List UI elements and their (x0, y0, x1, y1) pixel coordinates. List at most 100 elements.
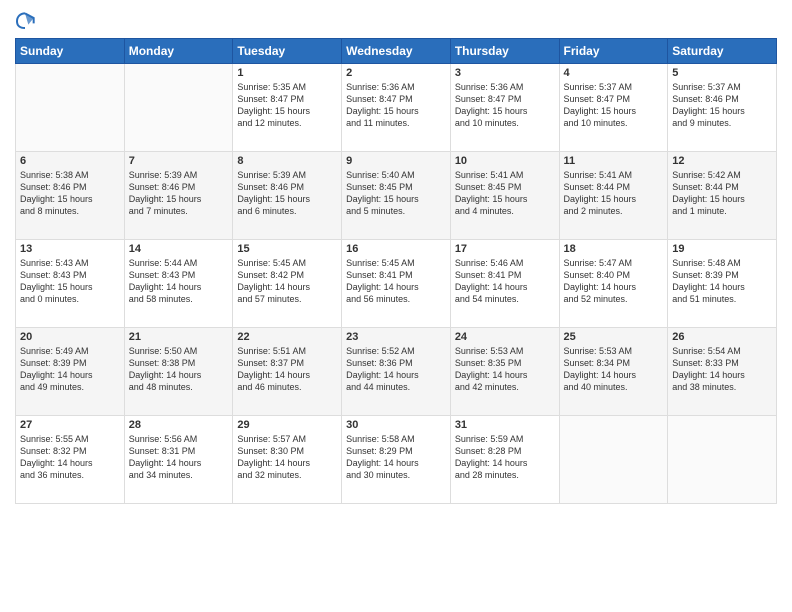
cell-info: Sunrise: 5:49 AM Sunset: 8:39 PM Dayligh… (20, 345, 120, 394)
day-number: 30 (346, 419, 446, 431)
cell-info: Sunrise: 5:36 AM Sunset: 8:47 PM Dayligh… (346, 81, 446, 130)
cell-info: Sunrise: 5:54 AM Sunset: 8:33 PM Dayligh… (672, 345, 772, 394)
day-number: 9 (346, 155, 446, 167)
cell-info: Sunrise: 5:45 AM Sunset: 8:42 PM Dayligh… (237, 257, 337, 306)
day-number: 23 (346, 331, 446, 343)
cell-info: Sunrise: 5:45 AM Sunset: 8:41 PM Dayligh… (346, 257, 446, 306)
weekday-header-friday: Friday (559, 39, 668, 64)
weekday-header-sunday: Sunday (16, 39, 125, 64)
day-number: 21 (129, 331, 229, 343)
cell-info: Sunrise: 5:56 AM Sunset: 8:31 PM Dayligh… (129, 433, 229, 482)
day-number: 13 (20, 243, 120, 255)
cell-info: Sunrise: 5:37 AM Sunset: 8:46 PM Dayligh… (672, 81, 772, 130)
day-number: 20 (20, 331, 120, 343)
calendar-cell: 14 Sunrise: 5:44 AM Sunset: 8:43 PM Dayli… (124, 240, 233, 328)
calendar-row-4: 20 Sunrise: 5:49 AM Sunset: 8:39 PM Dayli… (16, 328, 777, 416)
day-number: 7 (129, 155, 229, 167)
calendar-cell: 24 Sunrise: 5:53 AM Sunset: 8:35 PM Dayli… (450, 328, 559, 416)
day-number: 15 (237, 243, 337, 255)
logo-icon (15, 10, 35, 30)
page: SundayMondayTuesdayWednesdayThursdayFrid… (0, 0, 792, 612)
day-number: 3 (455, 67, 555, 79)
day-number: 28 (129, 419, 229, 431)
cell-info: Sunrise: 5:57 AM Sunset: 8:30 PM Dayligh… (237, 433, 337, 482)
day-number: 12 (672, 155, 772, 167)
day-number: 16 (346, 243, 446, 255)
calendar-cell: 7 Sunrise: 5:39 AM Sunset: 8:46 PM Daylig… (124, 152, 233, 240)
day-number: 11 (564, 155, 664, 167)
cell-info: Sunrise: 5:53 AM Sunset: 8:35 PM Dayligh… (455, 345, 555, 394)
calendar-cell: 23 Sunrise: 5:52 AM Sunset: 8:36 PM Dayli… (342, 328, 451, 416)
day-number: 4 (564, 67, 664, 79)
cell-info: Sunrise: 5:55 AM Sunset: 8:32 PM Dayligh… (20, 433, 120, 482)
cell-info: Sunrise: 5:51 AM Sunset: 8:37 PM Dayligh… (237, 345, 337, 394)
calendar-row-5: 27 Sunrise: 5:55 AM Sunset: 8:32 PM Dayli… (16, 416, 777, 504)
cell-info: Sunrise: 5:43 AM Sunset: 8:43 PM Dayligh… (20, 257, 120, 306)
day-number: 18 (564, 243, 664, 255)
calendar-cell: 4Sunrise: 5:37 AM Sunset: 8:47 PM Daylig… (559, 64, 668, 152)
cell-info: Sunrise: 5:39 AM Sunset: 8:46 PM Dayligh… (129, 169, 229, 218)
calendar-cell: 28 Sunrise: 5:56 AM Sunset: 8:31 PM Dayli… (124, 416, 233, 504)
day-number: 24 (455, 331, 555, 343)
weekday-header-row: SundayMondayTuesdayWednesdayThursdayFrid… (16, 39, 777, 64)
cell-info: Sunrise: 5:50 AM Sunset: 8:38 PM Dayligh… (129, 345, 229, 394)
weekday-header-wednesday: Wednesday (342, 39, 451, 64)
cell-info: Sunrise: 5:58 AM Sunset: 8:29 PM Dayligh… (346, 433, 446, 482)
calendar-cell: 10 Sunrise: 5:41 AM Sunset: 8:45 PM Dayli… (450, 152, 559, 240)
cell-info: Sunrise: 5:41 AM Sunset: 8:44 PM Dayligh… (564, 169, 664, 218)
cell-info: Sunrise: 5:53 AM Sunset: 8:34 PM Dayligh… (564, 345, 664, 394)
calendar-cell: 25Sunrise: 5:53 AM Sunset: 8:34 PM Dayli… (559, 328, 668, 416)
calendar-cell: 29 Sunrise: 5:57 AM Sunset: 8:30 PM Dayli… (233, 416, 342, 504)
day-number: 1 (237, 67, 337, 79)
calendar-cell: 8 Sunrise: 5:39 AM Sunset: 8:46 PM Daylig… (233, 152, 342, 240)
day-number: 10 (455, 155, 555, 167)
weekday-header-saturday: Saturday (668, 39, 777, 64)
calendar-cell: 15 Sunrise: 5:45 AM Sunset: 8:42 PM Dayli… (233, 240, 342, 328)
cell-info: Sunrise: 5:46 AM Sunset: 8:41 PM Dayligh… (455, 257, 555, 306)
calendar-cell: 22 Sunrise: 5:51 AM Sunset: 8:37 PM Dayli… (233, 328, 342, 416)
day-number: 19 (672, 243, 772, 255)
cell-info: Sunrise: 5:35 AM Sunset: 8:47 PM Dayligh… (237, 81, 337, 130)
calendar-cell: 3Sunrise: 5:36 AM Sunset: 8:47 PM Daylig… (450, 64, 559, 152)
cell-info: Sunrise: 5:52 AM Sunset: 8:36 PM Dayligh… (346, 345, 446, 394)
calendar-cell: 5 Sunrise: 5:37 AM Sunset: 8:46 PM Daylig… (668, 64, 777, 152)
day-number: 8 (237, 155, 337, 167)
calendar-cell: 6 Sunrise: 5:38 AM Sunset: 8:46 PM Daylig… (16, 152, 125, 240)
calendar-row-3: 13 Sunrise: 5:43 AM Sunset: 8:43 PM Dayli… (16, 240, 777, 328)
calendar-row-2: 6 Sunrise: 5:38 AM Sunset: 8:46 PM Daylig… (16, 152, 777, 240)
weekday-header-tuesday: Tuesday (233, 39, 342, 64)
day-number: 26 (672, 331, 772, 343)
cell-info: Sunrise: 5:39 AM Sunset: 8:46 PM Dayligh… (237, 169, 337, 218)
day-number: 27 (20, 419, 120, 431)
cell-info: Sunrise: 5:38 AM Sunset: 8:46 PM Dayligh… (20, 169, 120, 218)
header (15, 10, 777, 30)
calendar-cell: 30 Sunrise: 5:58 AM Sunset: 8:29 PM Dayli… (342, 416, 451, 504)
day-number: 14 (129, 243, 229, 255)
day-number: 5 (672, 67, 772, 79)
cell-info: Sunrise: 5:44 AM Sunset: 8:43 PM Dayligh… (129, 257, 229, 306)
day-number: 31 (455, 419, 555, 431)
calendar-cell: 27 Sunrise: 5:55 AM Sunset: 8:32 PM Dayli… (16, 416, 125, 504)
calendar-cell: 1 Sunrise: 5:35 AM Sunset: 8:47 PM Daylig… (233, 64, 342, 152)
calendar-cell: 20 Sunrise: 5:49 AM Sunset: 8:39 PM Dayli… (16, 328, 125, 416)
calendar-cell: 16 Sunrise: 5:45 AM Sunset: 8:41 PM Dayli… (342, 240, 451, 328)
day-number: 29 (237, 419, 337, 431)
calendar-cell (124, 64, 233, 152)
cell-info: Sunrise: 5:59 AM Sunset: 8:28 PM Dayligh… (455, 433, 555, 482)
calendar-cell: 12 Sunrise: 5:42 AM Sunset: 8:44 PM Dayli… (668, 152, 777, 240)
calendar-cell (559, 416, 668, 504)
day-number: 22 (237, 331, 337, 343)
cell-info: Sunrise: 5:41 AM Sunset: 8:45 PM Dayligh… (455, 169, 555, 218)
cell-info: Sunrise: 5:42 AM Sunset: 8:44 PM Dayligh… (672, 169, 772, 218)
calendar-cell: 31 Sunrise: 5:59 AM Sunset: 8:28 PM Dayli… (450, 416, 559, 504)
cell-info: Sunrise: 5:40 AM Sunset: 8:45 PM Dayligh… (346, 169, 446, 218)
logo (15, 10, 39, 30)
calendar-cell: 17Sunrise: 5:46 AM Sunset: 8:41 PM Dayli… (450, 240, 559, 328)
calendar-cell: 11 Sunrise: 5:41 AM Sunset: 8:44 PM Dayli… (559, 152, 668, 240)
calendar-cell (16, 64, 125, 152)
day-number: 6 (20, 155, 120, 167)
calendar-cell (668, 416, 777, 504)
calendar-cell: 9 Sunrise: 5:40 AM Sunset: 8:45 PM Daylig… (342, 152, 451, 240)
calendar-cell: 26 Sunrise: 5:54 AM Sunset: 8:33 PM Dayli… (668, 328, 777, 416)
day-number: 2 (346, 67, 446, 79)
